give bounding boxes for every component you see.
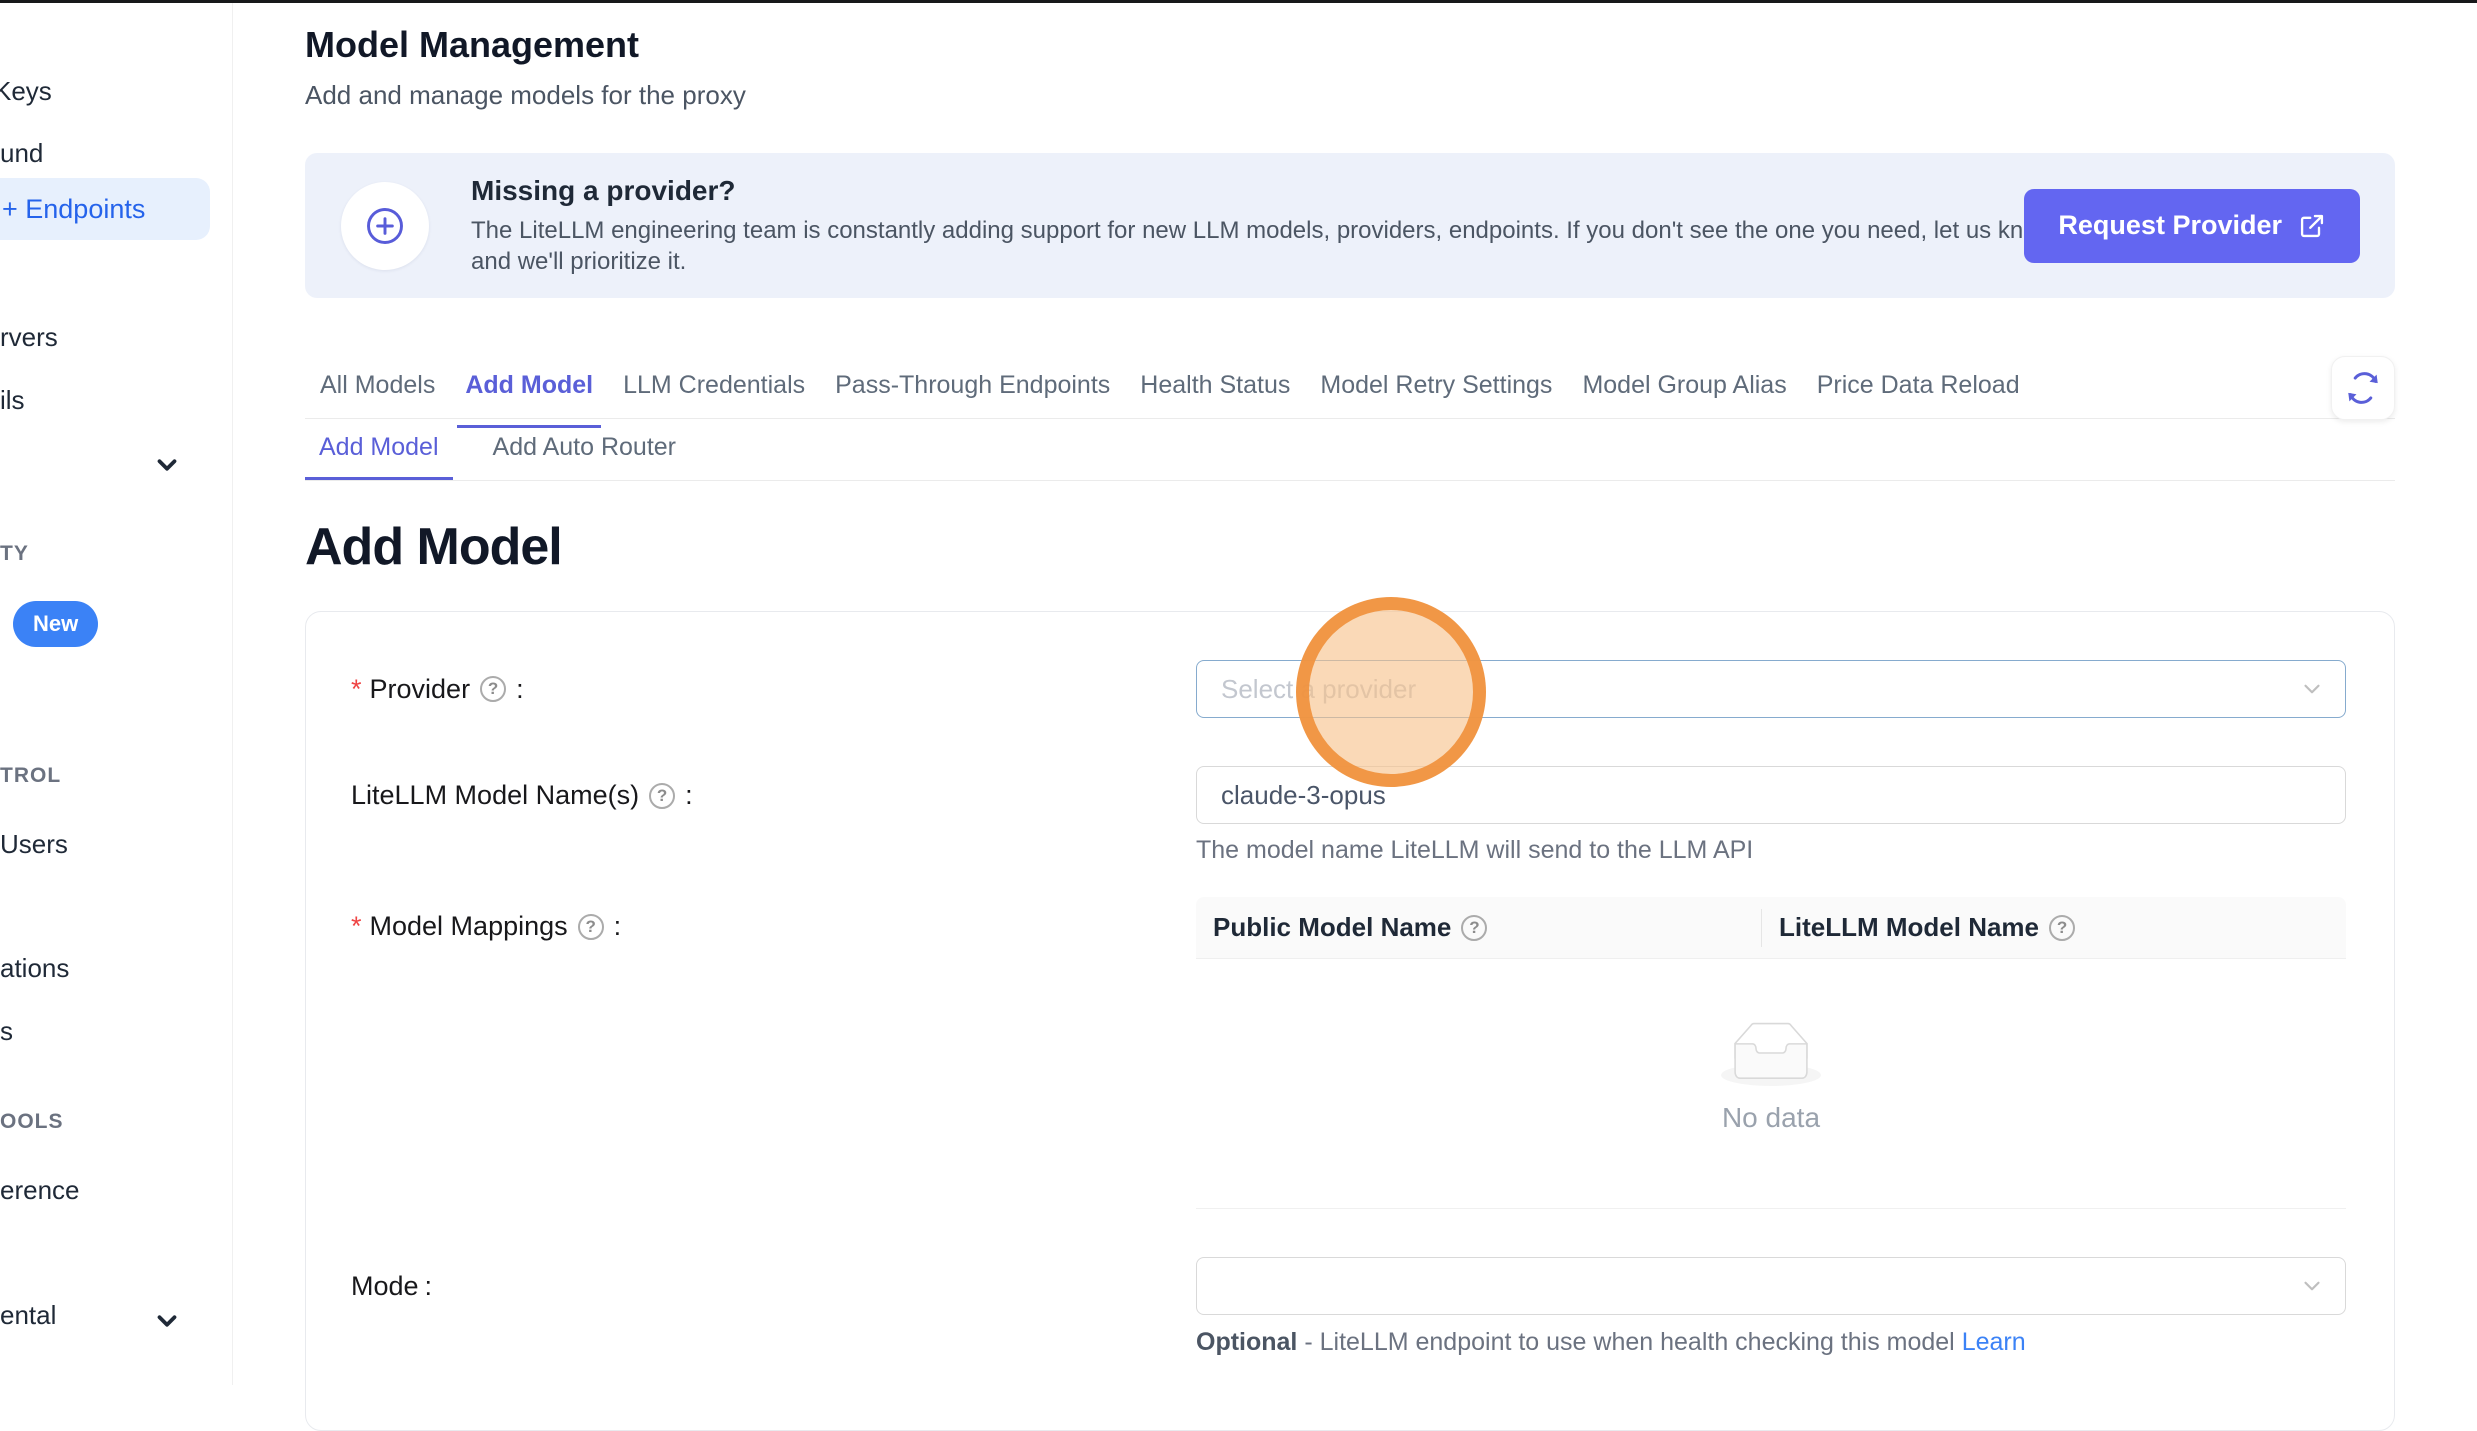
no-data-text: No data xyxy=(1722,1102,1820,1134)
page-subtitle: Add and manage models for the proxy xyxy=(305,80,2395,111)
empty-state: No data xyxy=(1196,959,2346,1209)
missing-provider-banner: Missing a provider? The LiteLLM engineer… xyxy=(305,153,2395,298)
mode-label: Mode : xyxy=(351,1271,1196,1302)
chevron-down-icon[interactable] xyxy=(152,1306,182,1336)
mode-helper: Optional - LiteLLM endpoint to use when … xyxy=(1196,1327,2346,1357)
tab-model-group-alias[interactable]: Model Group Alias xyxy=(1582,362,1786,418)
help-icon[interactable]: ? xyxy=(578,914,604,940)
sidebar-item-inference[interactable]: erence xyxy=(0,1175,80,1206)
sidebar-section-label: OOLS xyxy=(0,1110,64,1134)
sidebar-item-users[interactable]: Users xyxy=(0,829,68,860)
tab-add-model[interactable]: Add Model xyxy=(465,362,593,418)
tab-price-data-reload[interactable]: Price Data Reload xyxy=(1817,362,2020,418)
required-marker: * xyxy=(351,674,362,705)
learn-more-link[interactable]: Learn xyxy=(1962,1328,2026,1356)
model-name-label: LiteLLM Model Name(s) ? : xyxy=(351,780,1196,811)
chevron-down-icon xyxy=(2299,676,2325,702)
required-marker: * xyxy=(351,911,362,942)
request-provider-button[interactable]: Request Provider xyxy=(2024,189,2360,263)
model-mappings-label: * Model Mappings ? : xyxy=(351,911,1196,942)
model-mappings-row: * Model Mappings ? : Public Model Name ?… xyxy=(351,897,2346,1209)
model-name-row: LiteLLM Model Name(s) ? : The model name… xyxy=(351,766,2346,865)
mode-row: Mode : Optional - LiteLLM endpoint to us… xyxy=(351,1257,2346,1357)
sidebar-item-keys[interactable]: Keys xyxy=(0,76,52,107)
add-model-form-card: * Provider ? : Select a provider LiteLLM… xyxy=(305,611,2395,1431)
tab-pass-through-endpoints[interactable]: Pass-Through Endpoints xyxy=(835,362,1110,418)
add-model-subtabs: Add Model Add Auto Router xyxy=(305,419,2395,481)
add-model-heading: Add Model xyxy=(305,517,2395,577)
sidebar-item-experimental[interactable]: ental xyxy=(0,1300,56,1331)
column-public-model-name: Public Model Name ? xyxy=(1196,912,1761,943)
help-icon[interactable]: ? xyxy=(2049,915,2075,941)
tab-all-models[interactable]: All Models xyxy=(320,362,435,418)
column-litellm-model-name: LiteLLM Model Name ? xyxy=(1761,909,2346,947)
table-header: Public Model Name ? LiteLLM Model Name ? xyxy=(1196,897,2346,959)
request-provider-label: Request Provider xyxy=(2058,210,2282,241)
mode-select[interactable] xyxy=(1196,1257,2346,1315)
page-title: Model Management xyxy=(305,24,2395,66)
tab-model-retry-settings[interactable]: Model Retry Settings xyxy=(1320,362,1552,418)
main-content: Model Management Add and manage models f… xyxy=(233,0,2395,1385)
sidebar-item-teams[interactable]: s xyxy=(0,1016,13,1047)
chevron-down-icon[interactable] xyxy=(152,450,182,480)
sidebar: Keys und + Endpoints rvers ils TY New TR… xyxy=(0,0,233,1385)
provider-row: * Provider ? : Select a provider xyxy=(351,660,2346,718)
model-mappings-table: Public Model Name ? LiteLLM Model Name ? xyxy=(1196,897,2346,1209)
sidebar-item-organizations[interactable]: ations xyxy=(0,953,69,984)
sidebar-item-label: + Endpoints xyxy=(0,194,145,225)
plus-circle-icon xyxy=(341,182,429,270)
tab-llm-credentials[interactable]: LLM Credentials xyxy=(623,362,805,418)
provider-label: * Provider ? : xyxy=(351,674,1196,705)
refresh-button[interactable] xyxy=(2331,356,2395,420)
help-icon[interactable]: ? xyxy=(649,783,675,809)
model-tabs: All Models Add Model LLM Credentials Pas… xyxy=(305,362,2395,419)
sidebar-section-label: TY xyxy=(0,542,29,566)
sidebar-item-servers[interactable]: rvers xyxy=(0,322,58,353)
new-badge[interactable]: New xyxy=(13,601,98,647)
banner-body: The LiteLLM engineering team is constant… xyxy=(471,215,2081,277)
page-top-edge xyxy=(0,0,2477,3)
model-name-input[interactable] xyxy=(1196,766,2346,824)
model-name-helper: The model name LiteLLM will send to the … xyxy=(1196,836,2346,865)
provider-select-placeholder: Select a provider xyxy=(1221,674,1416,705)
tab-health-status[interactable]: Health Status xyxy=(1140,362,1290,418)
empty-inbox-icon xyxy=(1721,1022,1821,1086)
banner-title: Missing a provider? xyxy=(471,175,2081,207)
help-icon[interactable]: ? xyxy=(1461,915,1487,941)
external-link-icon xyxy=(2298,212,2326,240)
chevron-down-icon xyxy=(2299,1273,2325,1299)
sync-icon xyxy=(2346,371,2380,405)
sidebar-item-models-endpoints[interactable]: + Endpoints xyxy=(0,178,210,240)
subtab-add-auto-router[interactable]: Add Auto Router xyxy=(479,419,690,480)
sidebar-item-playground[interactable]: und xyxy=(0,138,43,169)
sidebar-section-label: TROL xyxy=(0,764,61,788)
provider-select[interactable]: Select a provider xyxy=(1196,660,2346,718)
help-icon[interactable]: ? xyxy=(480,676,506,702)
sidebar-item-guardrails[interactable]: ils xyxy=(0,385,25,416)
subtab-add-model[interactable]: Add Model xyxy=(305,419,453,480)
